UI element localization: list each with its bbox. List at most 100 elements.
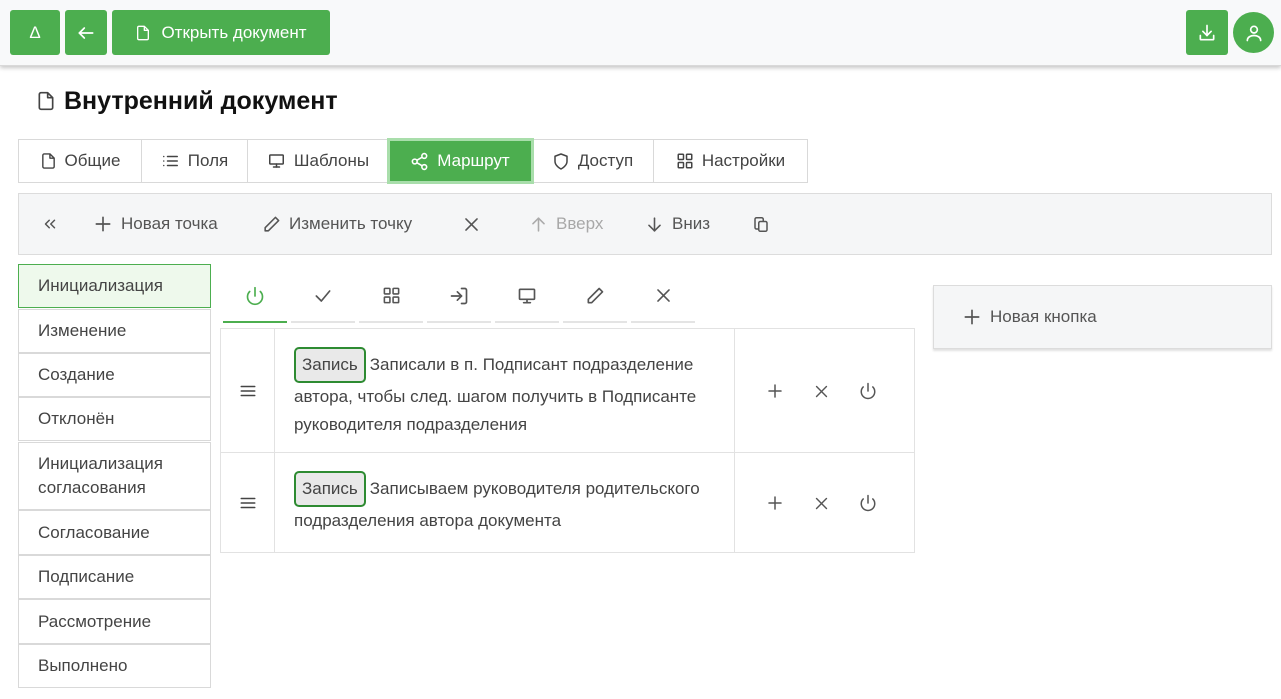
plus-icon [93,214,113,234]
grid-icon [382,286,401,305]
add-button[interactable] [760,376,790,406]
plus-icon [766,494,784,512]
state-label: Инициализация согласования [38,454,163,497]
action-type-badge[interactable]: Запись [294,347,366,383]
login-icon [449,286,469,306]
power-icon [859,382,877,400]
tab-general[interactable]: Общие [19,140,142,182]
tab-grid[interactable] [359,270,423,323]
tab-access[interactable]: Доступ [532,140,654,182]
home-button[interactable]: Δ [10,10,60,55]
tab-label: Маршрут [437,151,510,170]
row-actions [735,329,914,452]
add-button[interactable] [760,488,790,518]
tab-login[interactable] [427,270,491,323]
remove-button[interactable] [806,488,836,518]
tab-route[interactable]: Маршрут [387,138,534,184]
close-icon [462,215,481,234]
tab-settings[interactable]: Настройки [654,140,807,182]
new-point-button[interactable]: Новая точка [93,194,218,254]
file-icon [40,152,57,170]
state-item[interactable]: Инициализация [18,264,211,308]
move-up-button[interactable]: Вверх [529,194,603,254]
row-content: Запись Записываем руководителя родительск… [275,453,735,552]
shield-icon [552,152,570,171]
tab-monitor[interactable] [495,270,559,323]
new-button-button[interactable]: Новая кнопка [933,285,1272,349]
top-bar: Δ Открыть документ [0,0,1281,66]
delete-point-button[interactable] [462,194,481,254]
state-item[interactable]: Создание [18,353,211,397]
close-icon [813,383,830,400]
plus-icon [766,382,784,400]
download-button[interactable] [1186,10,1228,55]
close-icon [813,495,830,512]
arrow-left-icon [76,23,96,43]
table-row: Запись Записали в п. Подписант подразделе… [221,329,914,453]
tab-edit[interactable] [563,270,627,323]
action-type-badge[interactable]: Запись [294,471,366,507]
drag-handle[interactable] [221,329,275,452]
back-button[interactable] [65,10,107,55]
tab-fields[interactable]: Поля [142,140,248,182]
state-item[interactable]: Рассмотрение [18,599,211,644]
route-toolbar: Новая точка Изменить точку Вверх Вниз [18,193,1272,255]
state-item[interactable]: Выполнено [18,644,211,688]
page-title-text: Внутренний документ [64,86,338,115]
toggle-button[interactable] [853,376,883,406]
actions-table: Запись Записали в п. Подписант подразделе… [220,328,915,553]
power-icon [245,286,265,306]
user-avatar-button[interactable] [1233,12,1274,53]
arrow-up-icon [529,215,548,234]
state-item[interactable]: Отклонён [18,397,211,441]
copy-button[interactable] [752,194,770,254]
tab-power[interactable] [223,270,287,323]
state-item[interactable]: Изменение [18,309,211,353]
section-tabs: Общие Поля Шаблоны Маршрут Доступ Настро… [18,138,808,184]
pencil-icon [262,215,281,234]
new-button-label: Новая кнопка [990,307,1097,326]
row-actions [735,453,914,552]
collapse-button[interactable] [41,194,59,254]
tab-close[interactable] [631,270,695,323]
tab-label: Общие [64,151,121,170]
power-icon [859,494,877,512]
toggle-button[interactable] [853,488,883,518]
share-icon [410,152,429,171]
download-icon [1197,23,1217,43]
chevrons-left-icon [41,215,59,233]
tab-check[interactable] [291,270,355,323]
tab-label: Поля [187,151,229,170]
tab-label: Доступ [577,151,634,170]
move-down-button[interactable]: Вниз [645,194,710,254]
state-label: Согласование [38,522,150,542]
open-document-button[interactable]: Открыть документ [112,10,330,55]
menu-icon [238,494,258,512]
grid-icon [676,152,694,170]
state-label: Отклонён [38,409,115,428]
state-label: Подписание [38,567,135,586]
list-icon [161,152,180,170]
state-label: Инициализация [38,276,163,295]
file-icon [36,90,56,112]
monitor-icon [517,286,537,306]
check-icon [313,286,333,306]
tab-label: Настройки [701,151,786,170]
edit-point-label: Изменить точку [289,214,413,233]
arrow-down-icon [645,215,664,234]
state-item[interactable]: Согласование [18,510,211,555]
copy-icon [752,215,770,234]
row-content: Запись Записали в п. Подписант подразделе… [275,329,735,452]
tab-templates[interactable]: Шаблоны [248,140,389,182]
close-icon [654,286,673,305]
monitor-icon [267,152,286,170]
menu-icon [238,382,258,400]
remove-button[interactable] [806,376,836,406]
state-label: Рассмотрение [38,611,152,631]
drag-handle[interactable] [221,453,275,552]
state-label: Выполнено [38,656,128,675]
edit-point-button[interactable]: Изменить точку [262,194,412,254]
move-up-label: Вверх [556,214,604,233]
state-item[interactable]: Инициализация согласования [18,442,211,510]
state-item[interactable]: Подписание [18,555,211,599]
